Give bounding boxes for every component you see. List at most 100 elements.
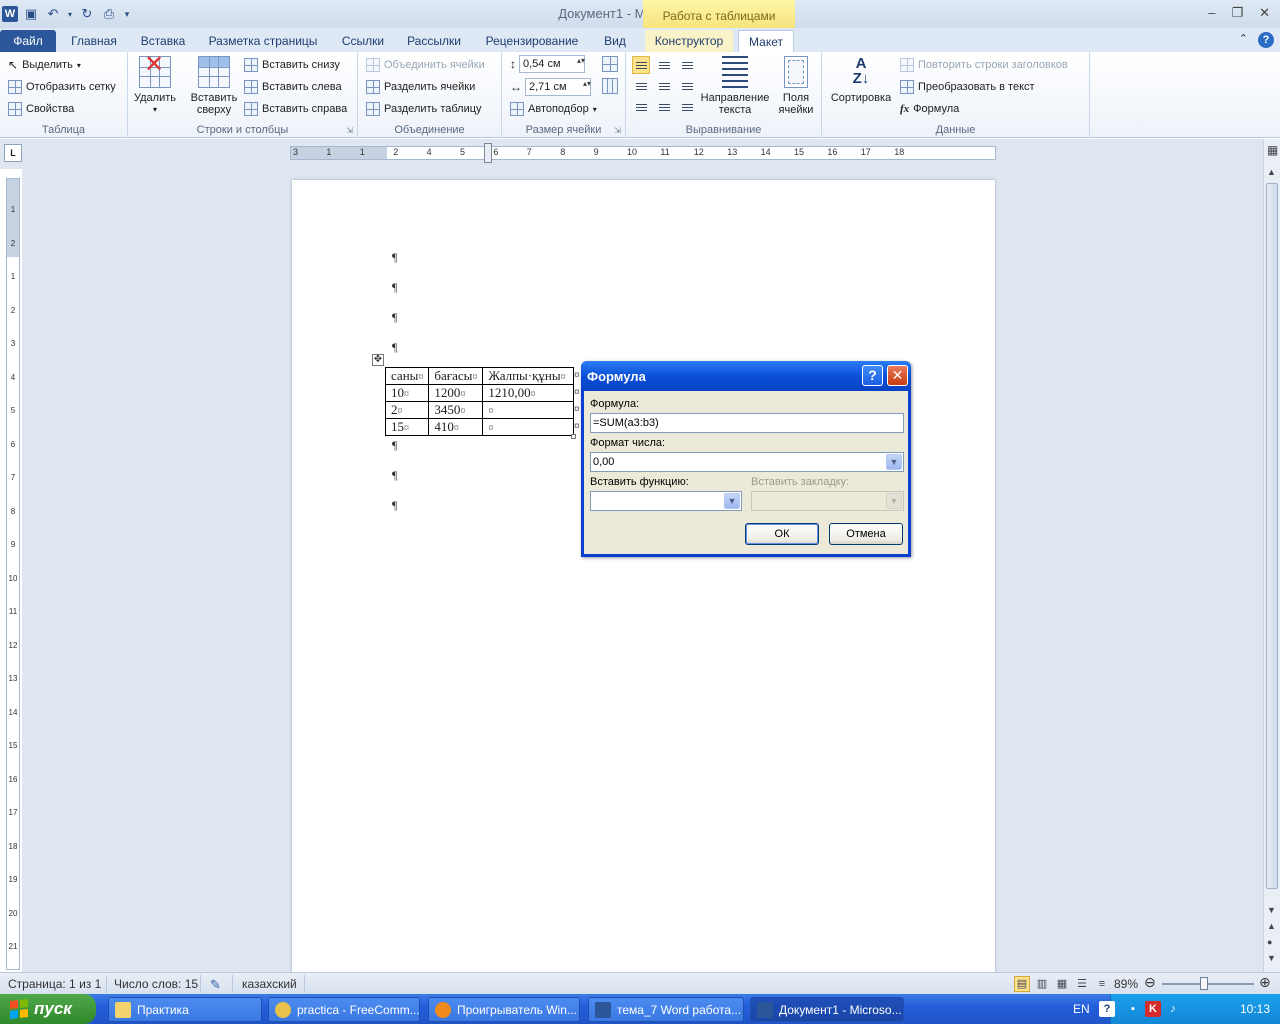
insert-below-button[interactable]: Вставить снизу (244, 56, 340, 74)
scrollbar-thumb[interactable] (1266, 183, 1278, 889)
full-screen-reading-view-icon[interactable]: ▥ (1034, 976, 1050, 992)
cancel-button[interactable]: Отмена (829, 523, 903, 545)
vertical-scrollbar[interactable]: ▦ ▲ ▼ ▲ ● ▼ (1263, 139, 1280, 972)
table-move-handle-icon[interactable]: ✥ (372, 354, 384, 366)
show-grid-button[interactable]: Отобразить сетку (8, 78, 116, 96)
row-height-input[interactable]: 0,54 см (519, 55, 585, 73)
text-direction-button[interactable]: Направление текста (698, 56, 772, 116)
horizontal-ruler[interactable]: 3 1 1 2 4 5 6 7 8 9 10 11 12 13 14 15 16 17 18 (290, 146, 996, 160)
tab-home[interactable]: Главная (64, 30, 124, 52)
align-top-left-icon[interactable] (632, 56, 650, 74)
document-page[interactable] (292, 180, 995, 980)
delete-button[interactable]: Удалить ▾ (134, 56, 176, 116)
volume-icon[interactable]: ♪ (1165, 1001, 1181, 1017)
insert-left-button[interactable]: Вставить слева (244, 78, 342, 96)
outline-view-icon[interactable]: ☰ (1074, 976, 1090, 992)
align-middle-right-icon[interactable] (678, 77, 696, 95)
document-table[interactable]: саны¤ бағасы¤ Жалпы·құны¤ 10¤ 1200¤ 1210… (384, 367, 575, 436)
browse-object-icon[interactable]: ● (1267, 937, 1272, 947)
table-cell[interactable]: 2¤ (384, 401, 430, 419)
table-resize-handle-icon[interactable] (571, 434, 576, 439)
print-layout-view-icon[interactable]: ▤ (1014, 976, 1030, 992)
cell-margins-button[interactable]: Поля ячейки (774, 56, 818, 116)
tab-mailings[interactable]: Рассылки (400, 30, 468, 52)
number-format-select[interactable]: 0,00 ▼ (590, 452, 904, 472)
table-cell[interactable]: Жалпы·құны¤ (482, 367, 575, 385)
draft-view-icon[interactable]: ≡ (1094, 976, 1110, 992)
clock[interactable]: 10:13 (1240, 1002, 1270, 1016)
vertical-ruler[interactable]: 1 2 1 2 3 4 5 6 7 8 9 10 11 12 13 14 15 16 17 18 19 20 21 (6, 178, 20, 970)
zoom-slider[interactable] (1162, 983, 1254, 985)
repeat-header-rows-button[interactable]: Повторить строки заголовков (900, 56, 1068, 74)
page-count[interactable]: Страница: 1 из 1 (8, 977, 101, 991)
distribute-columns-icon[interactable] (602, 78, 618, 94)
table-cell[interactable]: бағасы¤ (428, 367, 484, 385)
zoom-out-icon[interactable]: ⊖ (1144, 974, 1156, 991)
align-bottom-right-icon[interactable] (678, 98, 696, 116)
dialog-close-icon[interactable]: ✕ (887, 365, 908, 386)
language-indicator[interactable]: казахский (242, 977, 297, 991)
distribute-rows-icon[interactable] (602, 56, 618, 72)
next-page-icon[interactable]: ▼ (1267, 953, 1276, 963)
tab-view[interactable]: Вид (596, 30, 634, 52)
tab-page-layout[interactable]: Разметка страницы (202, 30, 324, 52)
scroll-up-icon[interactable]: ▲ (1267, 167, 1276, 177)
tab-insert[interactable]: Вставка (134, 30, 192, 52)
previous-page-icon[interactable]: ▲ (1267, 921, 1276, 931)
align-bottom-center-icon[interactable] (655, 98, 673, 116)
align-top-right-icon[interactable] (678, 56, 696, 74)
ok-button[interactable]: ОК (745, 523, 819, 545)
split-cells-button[interactable]: Разделить ячейки (366, 78, 475, 96)
word-count[interactable]: Число слов: 15 (114, 977, 198, 991)
help-tray-icon[interactable]: ? (1099, 1001, 1115, 1017)
antivirus-icon[interactable]: K (1145, 1001, 1161, 1017)
paste-function-dropdown-icon[interactable]: ▼ (724, 493, 740, 509)
align-bottom-left-icon[interactable] (632, 98, 650, 116)
cell-size-dialog-launcher-icon[interactable]: ⇲ (614, 126, 621, 135)
taskbar-item[interactable]: Практика (108, 997, 262, 1022)
start-button[interactable]: пуск (0, 994, 96, 1024)
convert-to-text-button[interactable]: Преобразовать в текст (900, 78, 1035, 96)
tab-selector-button[interactable]: L (4, 144, 22, 162)
dialog-help-icon[interactable]: ? (862, 365, 883, 386)
autofit-button[interactable]: Автоподбор ▾ (510, 100, 597, 118)
properties-button[interactable]: Свойства (8, 100, 74, 118)
tab-table-layout[interactable]: Макет (738, 30, 794, 52)
taskbar-item[interactable]: Документ1 - Microso... (750, 997, 904, 1022)
tab-review[interactable]: Рецензирование (478, 30, 586, 52)
help-icon[interactable]: ? (1258, 32, 1274, 48)
insert-right-button[interactable]: Вставить справа (244, 100, 347, 118)
align-top-center-icon[interactable] (655, 56, 673, 74)
tab-table-design[interactable]: Конструктор (645, 30, 733, 52)
zoom-level[interactable]: 89% (1114, 977, 1138, 991)
table-cell[interactable]: 3450¤ (428, 401, 484, 419)
taskbar-item[interactable]: practica - FreeComm... (268, 997, 420, 1022)
split-table-button[interactable]: Разделить таблицу (366, 100, 482, 118)
table-cell[interactable]: ¤ (482, 418, 575, 436)
ruler-toggle-icon[interactable]: ▦ (1267, 143, 1278, 157)
table-cell[interactable]: 15¤ (384, 418, 430, 436)
table-cell[interactable]: 1200¤ (428, 384, 484, 402)
zoom-slider-knob[interactable] (1200, 977, 1208, 990)
insert-above-button[interactable]: Вставить сверху (188, 56, 240, 116)
formula-input[interactable]: =SUM(a3:b3) (590, 413, 904, 433)
table-cell[interactable]: ¤ (482, 401, 575, 419)
tab-references[interactable]: Ссылки (334, 30, 392, 52)
spelling-check-icon[interactable]: ✎ (210, 977, 221, 993)
taskbar-item[interactable]: тема_7 Word работа... (588, 997, 744, 1022)
scroll-down-icon[interactable]: ▼ (1267, 905, 1276, 915)
merge-cells-button[interactable]: Объединить ячейки (366, 56, 485, 74)
number-format-dropdown-icon[interactable]: ▼ (886, 454, 902, 470)
paste-function-select[interactable]: ▼ (590, 491, 742, 511)
formula-button[interactable]: fx Формула (900, 100, 959, 118)
minimize-ribbon-icon[interactable]: ⌃ (1239, 32, 1248, 48)
tab-file[interactable]: Файл (0, 30, 56, 52)
web-layout-view-icon[interactable]: ▦ (1054, 976, 1070, 992)
minimize-icon[interactable]: – (1208, 5, 1215, 21)
table-cell[interactable]: 10¤ (384, 384, 430, 402)
ruler-indent-marker[interactable] (484, 143, 492, 163)
table-cell[interactable]: 1210,00¤ (482, 384, 575, 402)
close-icon[interactable]: ✕ (1259, 5, 1270, 21)
column-width-spinner[interactable]: ↔ 2,71 см (510, 78, 591, 96)
align-middle-center-icon[interactable] (655, 77, 673, 95)
